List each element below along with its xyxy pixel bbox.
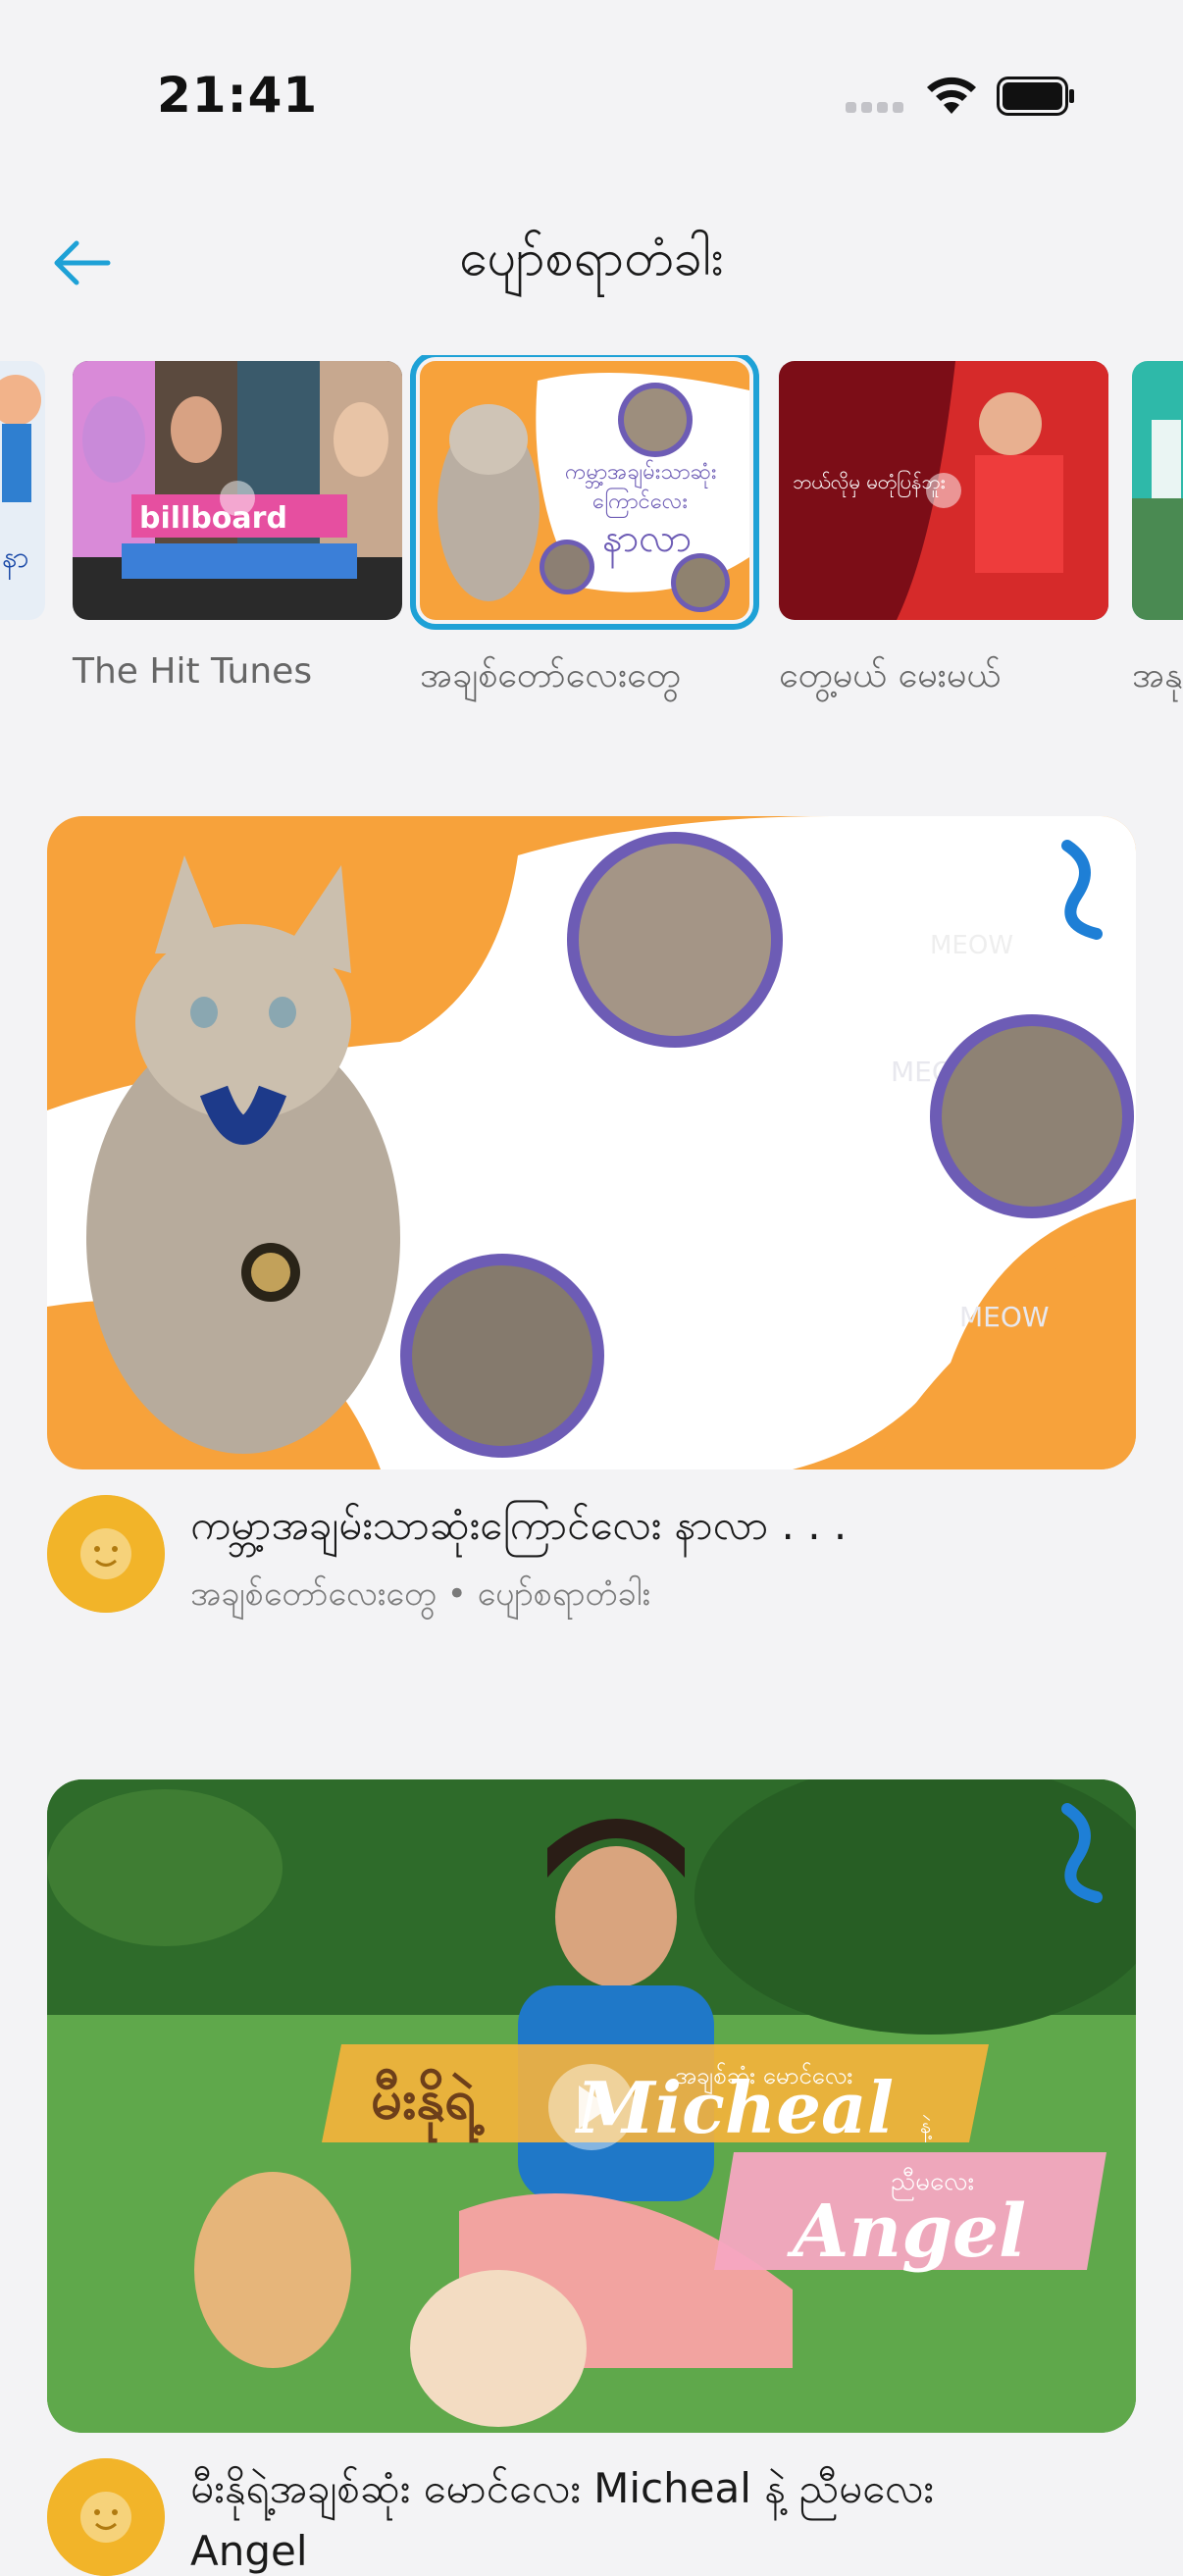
carousel-item-label: တွေ့မယ် မေးမယ် xyxy=(779,655,1002,696)
svg-text:နာလာ: နာလာ xyxy=(602,516,692,569)
feed-banner-image[interactable]: MEOW MEOW MEOW ကမ္ဘာ့အချမ်းသာဆုံး ကြောင်… xyxy=(47,816,1136,1469)
post-subtitle: အချစ်တော်လေးတွေ • ပျော်စရာတံခါး xyxy=(190,1574,651,1614)
page-title: ပျော်စရာတံခါး xyxy=(458,229,725,287)
battery-icon xyxy=(997,77,1074,116)
carousel-item-label: The Hit Tunes xyxy=(73,651,313,692)
category-carousel[interactable]: နာ billboard The Hit Tunes ကမ္ဘာ့အချမ်းသ… xyxy=(0,355,1183,708)
svg-text:ကြောင်လေး: ကြောင်လေး xyxy=(592,488,688,518)
svg-text:ကမ္ဘာ့အချမ်းသာဆုံး: ကမ္ဘာ့အချမ်းသာဆုံး xyxy=(565,459,717,489)
carousel-thumb: ဘယ်လိုမှ မတုံပြန်ဘူး xyxy=(779,361,1108,620)
signal-dots-icon xyxy=(846,102,906,116)
svg-text:နာ: နာ xyxy=(2,541,29,581)
post-title[interactable]: ကမ္ဘာ့အချမ်းသာဆုံးကြောင်လေး နာလာ . . . xyxy=(190,1499,847,1560)
post-title-line2[interactable]: Angel xyxy=(190,2527,308,2575)
carousel-thumb: နာ xyxy=(0,361,45,620)
carousel-item-label: အချစ်တော်လေးတွေ xyxy=(420,655,681,696)
carousel-item-label: အနု xyxy=(1132,655,1183,696)
carousel-thumb: billboard xyxy=(73,361,402,620)
svg-text:ဘယ်လိုမှ မတုံပြန်ဘူး: ဘယ်လိုမှ မတုံပြန်ဘူး xyxy=(793,470,946,497)
feed-banner-image[interactable]: မီးနိုရဲ့ အချစ်ဆုံး မောင်လေး Micheal နဲ့… xyxy=(47,1779,1136,2433)
status-bar: 21:41 xyxy=(0,0,1183,186)
svg-text:Angel: Angel xyxy=(787,2190,1026,2274)
channel-avatar[interactable] xyxy=(47,2458,165,2576)
channel-avatar[interactable] xyxy=(47,1495,165,1613)
carousel-thumb: ကမ္ဘာ့အချမ်းသာဆုံး ကြောင်လေး နာလာ xyxy=(410,355,759,630)
status-time: 21:41 xyxy=(157,67,319,124)
svg-text:နဲ့: နဲ့ xyxy=(920,2114,933,2142)
billboard-logo-text: billboard xyxy=(139,501,287,536)
wifi-icon xyxy=(927,77,976,114)
svg-text:MEOW: MEOW xyxy=(959,1301,1050,1333)
svg-text:မီးနိုရဲ့: မီးနိုရဲ့ xyxy=(371,2068,486,2142)
post-title[interactable]: မီးနိုရဲ့အချစ်ဆုံး မောင်လေး Micheal နဲ့ … xyxy=(190,2462,934,2523)
carousel-thumb xyxy=(1132,361,1183,620)
svg-text:MEOW: MEOW xyxy=(930,931,1013,960)
